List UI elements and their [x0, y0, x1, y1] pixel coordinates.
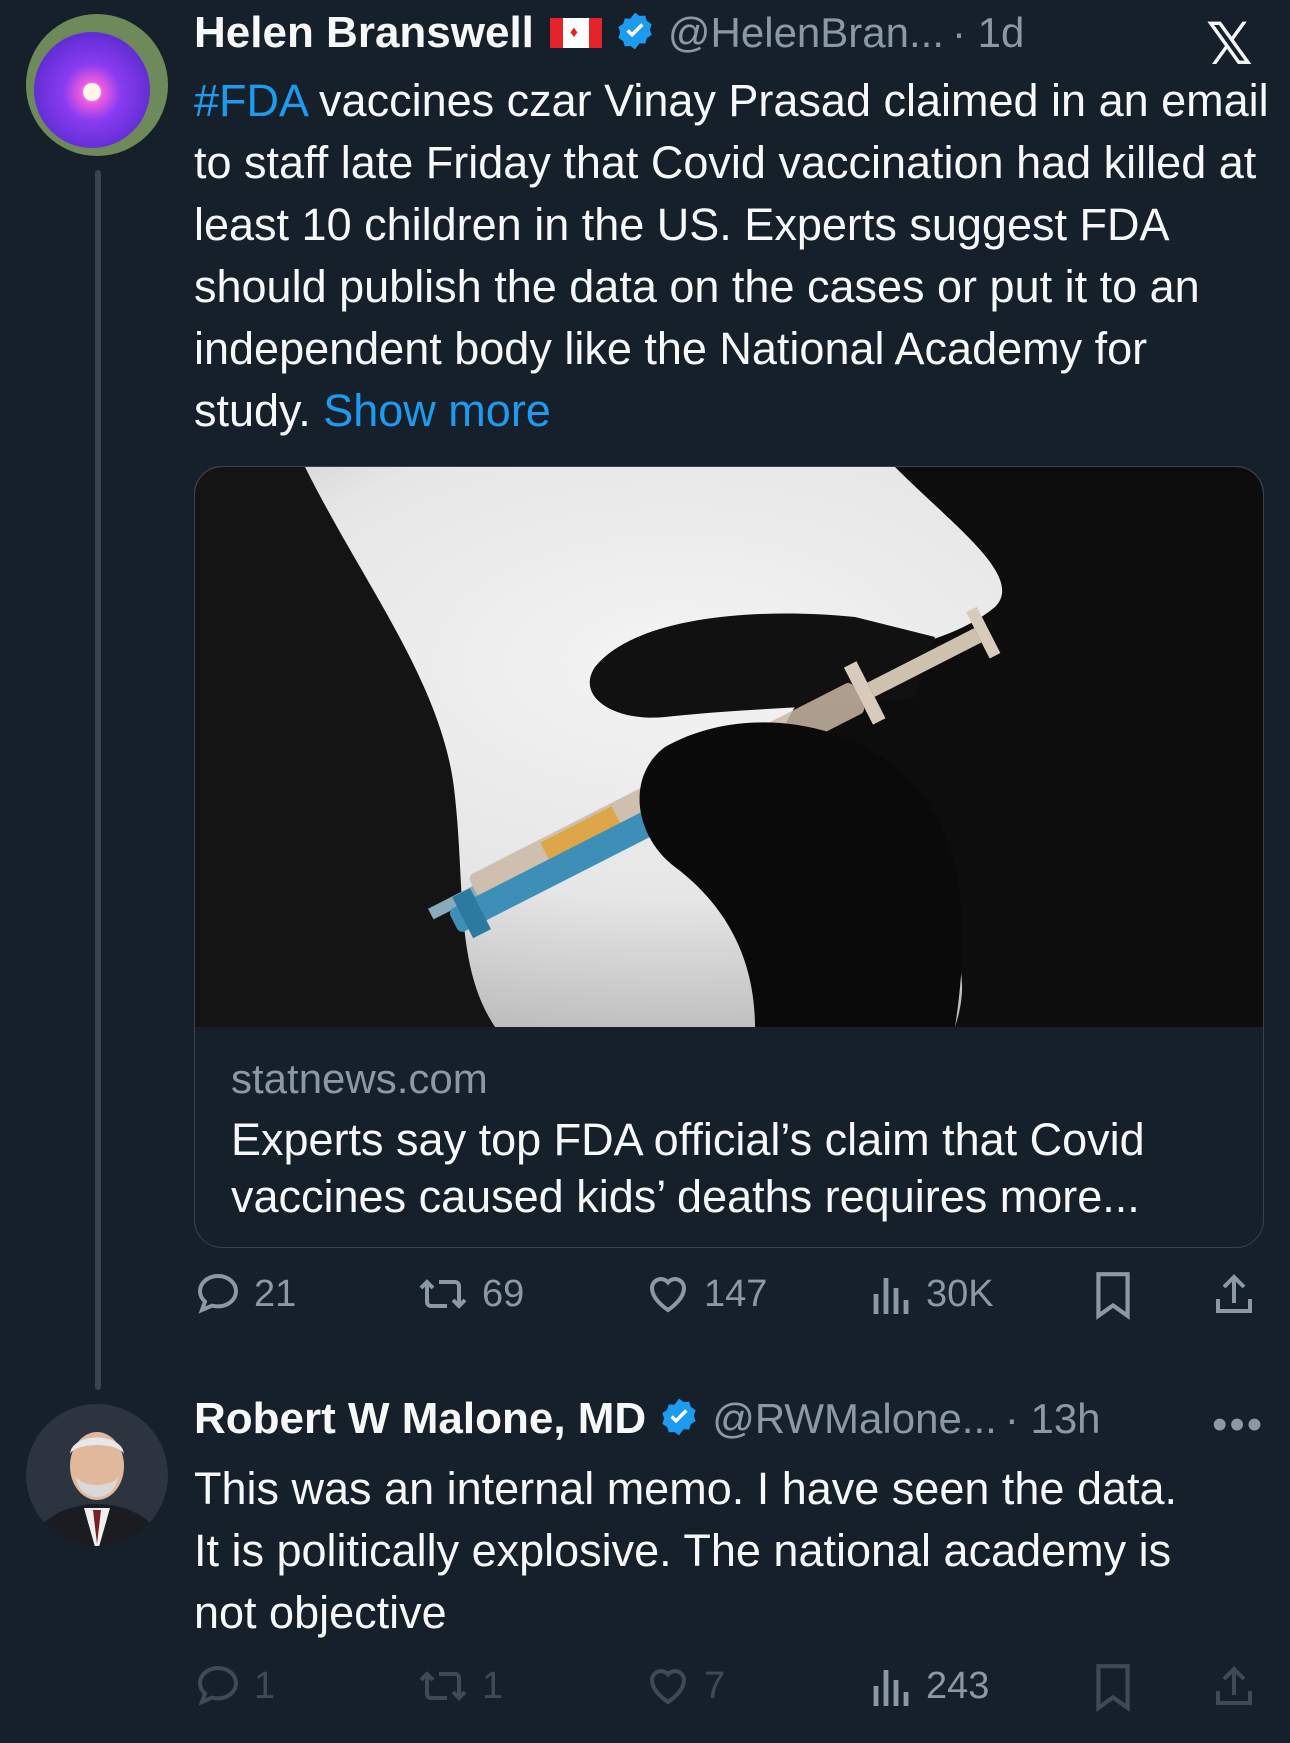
avatar-helen-branswell[interactable]	[26, 14, 168, 156]
like-button[interactable]: 147	[644, 1270, 767, 1318]
article-image	[195, 467, 1263, 1027]
tweet2-actions: 1 1 7	[194, 1662, 1262, 1722]
show-more-link[interactable]: Show more	[323, 385, 551, 436]
card-title: Experts say top FDA official’s claim tha…	[231, 1114, 1145, 1222]
tweet2-text: This was an internal memo. I have seen t…	[194, 1463, 1178, 1638]
reply-button[interactable]: 21	[194, 1270, 296, 1318]
views-button[interactable]: 30K	[870, 1270, 994, 1318]
tweet-timestamp[interactable]: · 13h	[1005, 1395, 1101, 1443]
repost-icon	[419, 1671, 467, 1701]
reply-icon	[197, 1273, 239, 1314]
verified-badge-icon	[658, 1396, 700, 1443]
like-button[interactable]: 7	[644, 1662, 725, 1710]
author-handle[interactable]: @HelenBran...	[668, 9, 944, 57]
tweet-body: vaccines czar Vinay Prasad claimed in an…	[194, 75, 1269, 436]
tweet1-header: Helen Branswell ♦ @HelenBran... · 1d	[194, 8, 1024, 58]
reply-icon	[197, 1665, 239, 1706]
views-count: 30K	[926, 1272, 994, 1315]
repost-button[interactable]: 69	[416, 1270, 524, 1318]
x-logo-icon: 𝕏	[1206, 12, 1253, 77]
reply-button[interactable]: 1	[194, 1662, 275, 1710]
views-icon	[873, 1278, 909, 1314]
avatar-robert-malone[interactable]	[26, 1404, 168, 1546]
thread-connector-line	[95, 170, 101, 1390]
verified-badge-icon	[614, 10, 656, 57]
more-options-icon[interactable]: •••	[1212, 1400, 1264, 1450]
author-name[interactable]: Robert W Malone, MD	[194, 1394, 646, 1444]
link-preview-card[interactable]: statnews.com Experts say top FDA officia…	[194, 466, 1264, 1248]
repost-button[interactable]: 1	[416, 1662, 503, 1710]
heart-icon	[649, 1277, 687, 1313]
repost-count: 69	[482, 1272, 525, 1315]
bookmark-icon	[1096, 1272, 1130, 1320]
heart-icon	[649, 1669, 687, 1705]
hashtag-link[interactable]: #FDA	[194, 75, 307, 126]
like-count: 147	[704, 1272, 768, 1315]
author-name[interactable]: Helen Branswell	[194, 8, 534, 58]
card-domain: statnews.com	[231, 1055, 488, 1102]
share-icon	[1216, 1274, 1252, 1313]
like-count: 7	[704, 1664, 726, 1707]
repost-count: 1	[482, 1664, 504, 1707]
repost-icon	[419, 1279, 467, 1309]
tweet1-text: #FDA vaccines czar Vinay Prasad claimed …	[194, 70, 1274, 442]
reply-count: 1	[254, 1664, 276, 1707]
author-handle[interactable]: @RWMalone...	[712, 1395, 997, 1443]
tweet-timestamp[interactable]: · 1d	[952, 9, 1024, 57]
tweet2-header: Robert W Malone, MD @RWMalone... · 13h	[194, 1394, 1101, 1444]
bookmark-button[interactable]	[1092, 1270, 1134, 1320]
tweet1-actions: 21 69 147 30K	[194, 1270, 1262, 1330]
canada-flag-icon: ♦	[549, 18, 602, 48]
share-button[interactable]	[1210, 1270, 1258, 1320]
reply-count: 21	[254, 1272, 297, 1315]
